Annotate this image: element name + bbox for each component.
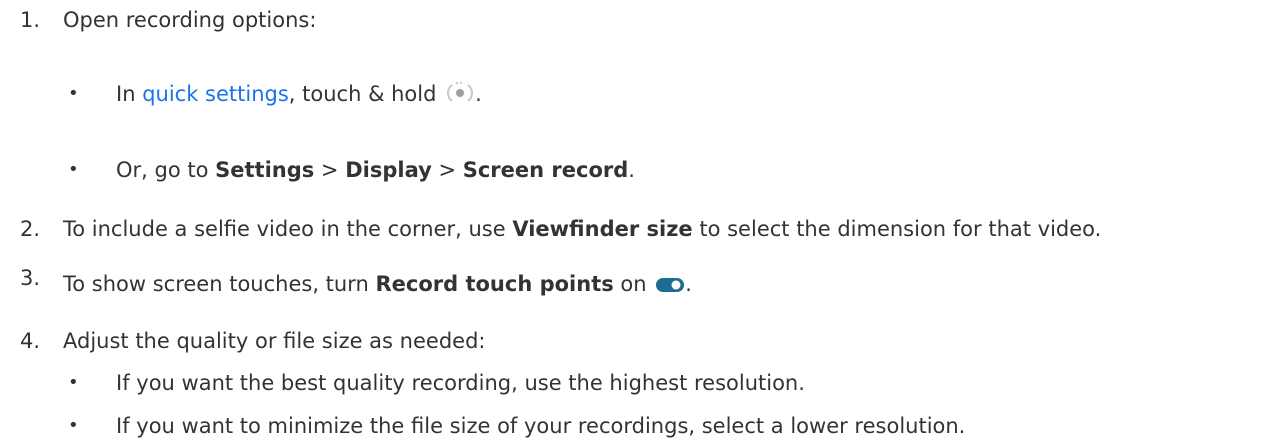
step-number: 3. (20, 266, 41, 290)
display-label: Display (345, 158, 432, 182)
step-text: Open recording options: (63, 8, 317, 32)
sub-step-text: If you want to minimize the file size of… (116, 414, 966, 438)
settings-label: Settings (215, 158, 315, 182)
quick-settings-link[interactable]: quick settings (142, 82, 289, 106)
screen-record-label: Screen record (462, 158, 629, 182)
bullet: • (68, 372, 79, 393)
sub-step-text: Or, go to Settings > Display > Screen re… (116, 158, 635, 182)
step-number: 1. (20, 8, 41, 32)
bullet: • (68, 83, 79, 104)
step-number: 4. (20, 329, 41, 353)
bullet: • (68, 159, 79, 180)
step-number: 2. (20, 217, 41, 241)
toggle-on-icon (656, 278, 685, 292)
sub-step-text: In quick settings, touch & hold . (116, 81, 482, 106)
step-text: Adjust the quality or file size as neede… (63, 329, 486, 353)
step-text: To include a selfie video in the corner,… (63, 217, 1102, 241)
screen-record-icon (447, 81, 474, 102)
record-touch-points-label: Record touch points (375, 272, 614, 296)
viewfinder-size-label: Viewfinder size (512, 217, 693, 241)
sub-step-text: If you want the best quality recording, … (116, 371, 805, 395)
step-text: To show screen touches, turn Record touc… (63, 272, 692, 296)
bullet: • (68, 415, 79, 436)
